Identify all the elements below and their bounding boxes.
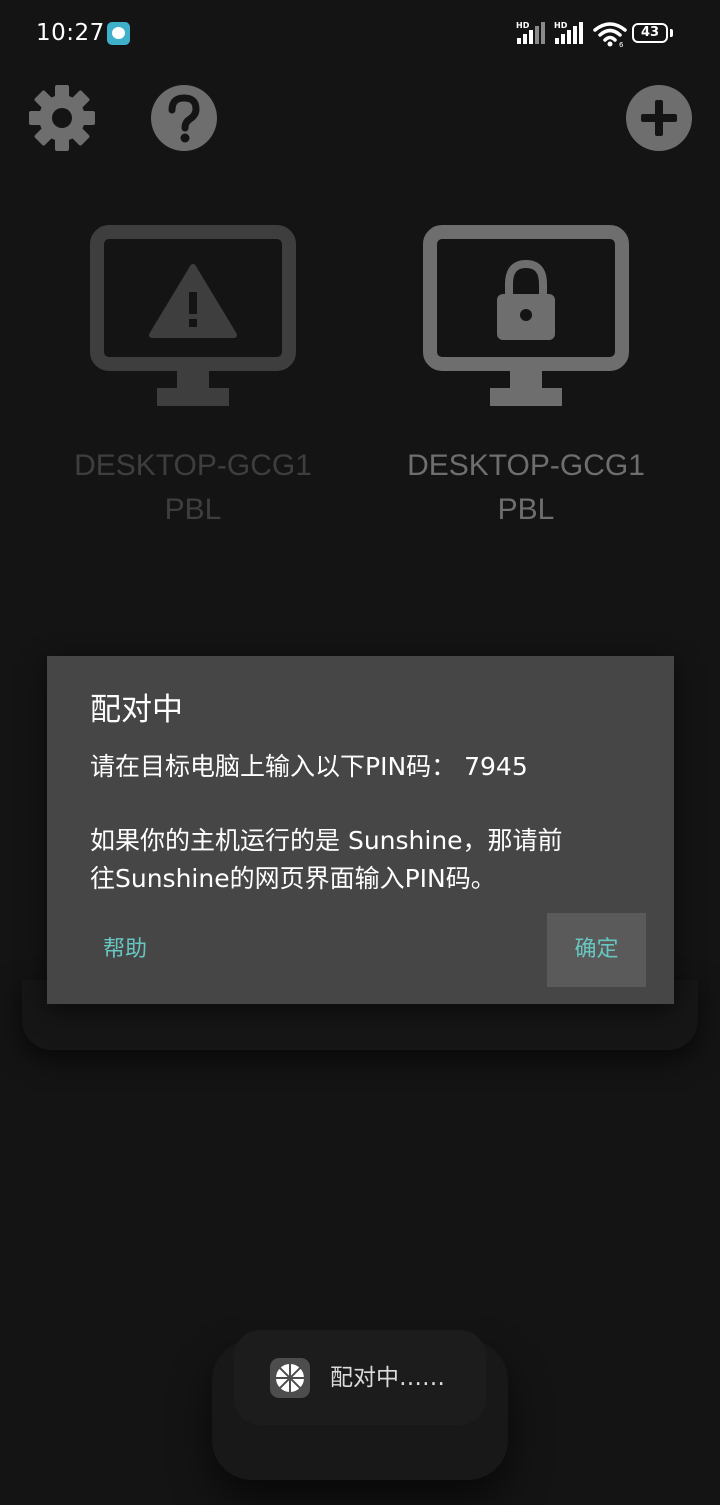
- battery-tip: [670, 29, 673, 37]
- settings-button[interactable]: [28, 84, 96, 152]
- dialog-ok-button[interactable]: 确定: [547, 913, 646, 987]
- signal-label: HD: [554, 21, 568, 30]
- plus-icon: [626, 85, 692, 151]
- computer-tile[interactable]: DESKTOP-GCG1PBL: [406, 222, 646, 532]
- message-spacer: [90, 786, 645, 822]
- dialog-message: 请在目标电脑上输入以下PIN码： 7945 如果你的主机运行的是 Sunshin…: [90, 748, 645, 898]
- lock-icon: [497, 259, 555, 340]
- sunshine-instruction: 如果你的主机运行的是 Sunshine，那请前: [90, 826, 563, 855]
- toast-message: 配对中……: [330, 1365, 445, 1391]
- chat-notification-icon: [107, 22, 130, 45]
- help-button[interactable]: [150, 84, 218, 152]
- pairing-dialog: 配对中 请在目标电脑上输入以下PIN码： 7945 如果你的主机运行的是 Sun…: [47, 656, 674, 1004]
- computer-tile[interactable]: DESKTOP-GCG1PBL: [73, 222, 313, 532]
- wifi-icon: 6: [593, 22, 627, 48]
- app-icon: [270, 1358, 310, 1398]
- warning-icon: [149, 264, 237, 338]
- dialog-help-button[interactable]: 帮助: [85, 914, 165, 986]
- computer-name: DESKTOP-GCG1PBL: [74, 449, 312, 526]
- sunshine-instruction-cont: 往Sunshine的网页界面输入PIN码。: [90, 864, 496, 893]
- svg-text:6: 6: [619, 41, 624, 48]
- dialog-title: 配对中: [90, 692, 183, 728]
- computer-name: DESKTOP-GCG1PBL: [407, 449, 645, 526]
- signal-label: HD: [516, 21, 530, 30]
- add-computer-button[interactable]: [625, 84, 693, 152]
- cellular-signal-icon: HD: [554, 21, 583, 44]
- question-icon: [151, 85, 217, 151]
- monitor-icon: [90, 225, 296, 406]
- monitor-icon: [423, 225, 629, 406]
- cellular-signal-icon: HD: [516, 21, 545, 44]
- status-time: 10:27: [36, 20, 105, 46]
- battery-icon: 43: [632, 23, 668, 43]
- pin-instruction: 请在目标电脑上输入以下PIN码： 7945: [90, 752, 528, 781]
- status-bar: 10:27 HD HD 6 43: [0, 0, 720, 68]
- gear-icon: [29, 85, 95, 151]
- toast: 配对中……: [234, 1330, 486, 1425]
